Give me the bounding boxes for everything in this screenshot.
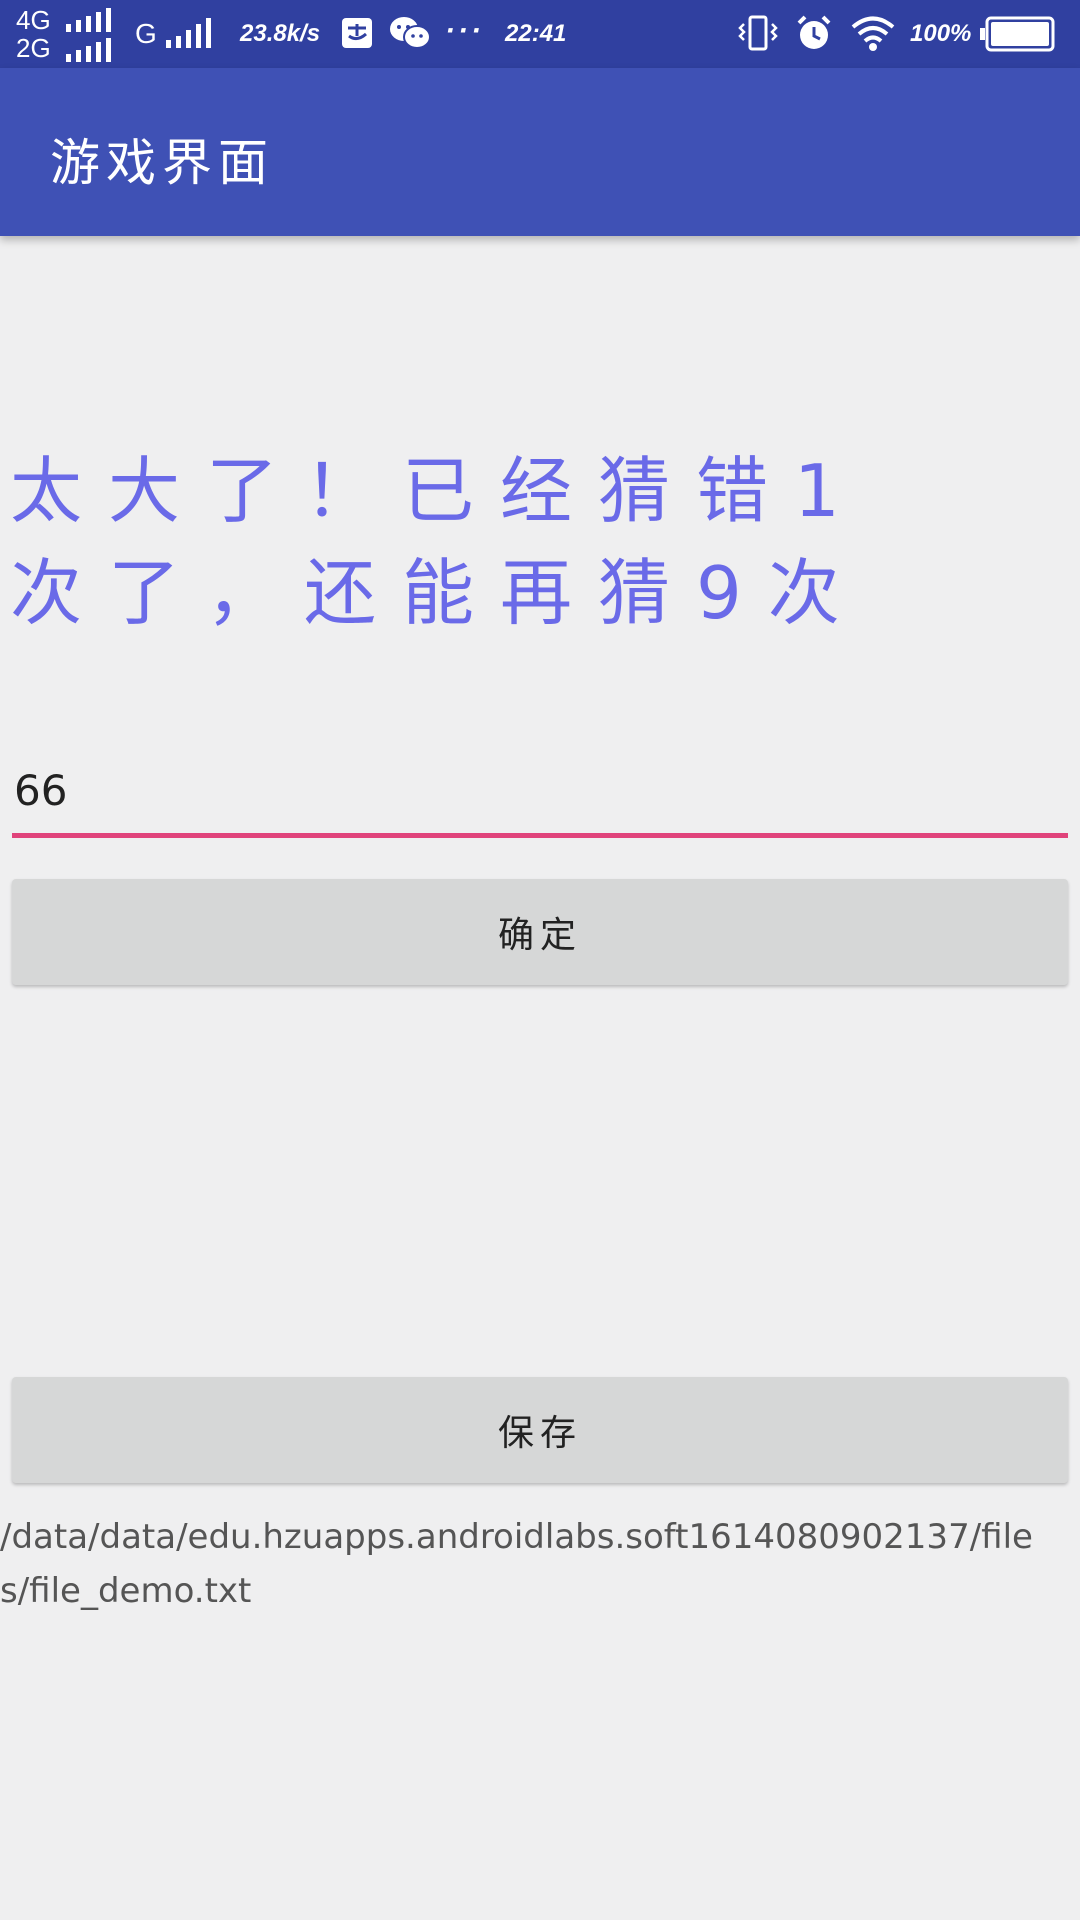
save-button[interactable]: 保存: [12, 1377, 1068, 1483]
network-4g-label: 4G: [16, 5, 51, 35]
battery-icon: [980, 16, 1056, 57]
wechat-icon: [388, 14, 432, 57]
battery-percent: 100%: [910, 20, 972, 47]
screen: 4G 2G G 23.8k/s ··· 22:41 100% 游戏界面 太大了！…: [0, 0, 1080, 1920]
wifi-icon: [850, 14, 896, 57]
confirm-button[interactable]: 确定: [12, 879, 1068, 985]
network-2g-label: 2G: [16, 33, 51, 63]
status-bar: 4G 2G G 23.8k/s ··· 22:41 100%: [0, 0, 1080, 68]
network-speed: 23.8k/s: [240, 20, 321, 47]
app-bar: 游戏界面: [0, 68, 1080, 236]
clock-time: 22:41: [505, 20, 567, 47]
alarm-icon: [795, 14, 833, 57]
signal-strength-icon: [66, 8, 111, 32]
app-title: 游戏界面: [50, 134, 274, 192]
saved-file-path: /data/data/edu.hzuapps.androidlabs.soft1…: [0, 1517, 1033, 1611]
alipay-icon: [340, 16, 374, 55]
vibrate-icon: [738, 14, 778, 57]
signal-strength-icon: [66, 38, 111, 62]
network-g-label: G: [135, 18, 157, 49]
signal-strength-icon: [166, 18, 211, 48]
network-type: 4G 2G: [16, 6, 51, 62]
guess-result-message: 太大了！已经猜错1次了，还能再猜9次: [10, 449, 866, 635]
guess-number-input[interactable]: [12, 748, 1068, 838]
more-notifications-icon: ···: [445, 14, 484, 47]
